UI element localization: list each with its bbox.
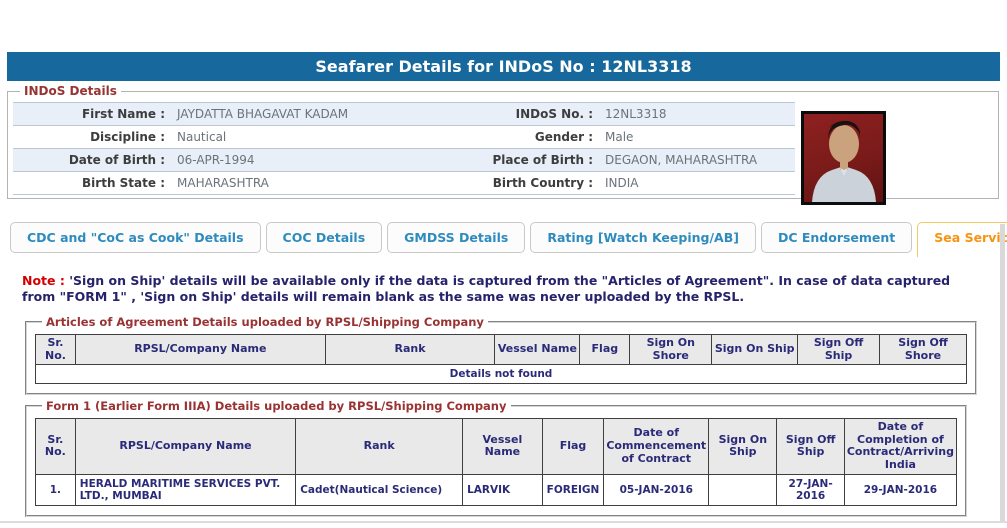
cell-sign-off-ship: 27-JAN-2016 (776, 473, 845, 506)
sign-on-ship-note: Note : 'Sign on Ship' details will be av… (22, 273, 970, 305)
person-silhouette-icon (812, 120, 876, 202)
tab-dc-endorsement[interactable]: DC Endorsement (760, 222, 913, 253)
articles-table: Sr. No. RPSL/Company Name Rank Vessel Na… (35, 333, 967, 385)
tab-cdc-coc-cook-details[interactable]: CDC and "CoC as Cook" Details (10, 222, 261, 253)
indos-details-table: First Name : JAYDATTA BHAGAVAT KADAM IND… (13, 102, 795, 195)
field-label: Birth State : (13, 171, 171, 195)
articles-legend: Articles of Agreement Details uploaded b… (46, 315, 484, 329)
col-sign-on-shore: Sign On Shore (629, 333, 713, 366)
cell-rpsl-company: HERALD MARITIME SERVICES PVT. LTD., MUMB… (74, 473, 297, 506)
col-rank: Rank (324, 333, 496, 366)
cell-vessel-name: LARVIK (462, 473, 543, 506)
col-date-completion: Date of Completion of Contract/Arriving … (843, 418, 958, 475)
tab-rating-watch-keeping[interactable]: Rating [Watch Keeping/AB] (530, 222, 756, 253)
field-value: 12NL3318 (599, 102, 795, 126)
note-prefix: Note : (22, 273, 65, 288)
col-sr-no: Sr. No. (35, 333, 76, 366)
col-date-commencement: Date of Commencement of Contract (603, 418, 710, 475)
col-sr-no: Sr. No. (35, 418, 76, 475)
cell-rank: Cadet(Nautical Science) (295, 473, 464, 506)
col-sign-on-ship: Sign On Ship (708, 418, 778, 475)
cell-flag: FOREIGN (541, 473, 605, 506)
form1-table: Sr. No. RPSL/Company Name Rank Vessel Na… (35, 418, 958, 506)
detail-tabs: CDC and "CoC as Cook" Details COC Detail… (10, 222, 1007, 257)
cell-date-commencement: 05-JAN-2016 (603, 473, 710, 506)
col-rpsl-company: RPSL/Company Name (74, 418, 297, 475)
details-not-found-message: Details not found (35, 364, 967, 385)
articles-of-agreement-section: Articles of Agreement Details uploaded b… (25, 315, 977, 396)
info-row: Discipline : Nautical Gender : Male (13, 125, 795, 149)
tab-sea-service-details[interactable]: Sea Service Details (917, 222, 1007, 257)
field-label: Date of Birth : (13, 148, 171, 172)
tab-gmdss-details[interactable]: GMDSS Details (387, 222, 526, 253)
form1-section: Form 1 (Earlier Form IIIA) Details uploa… (25, 399, 967, 517)
page-title: Seafarer Details for INDoS No : 12NL3318 (7, 52, 1000, 81)
field-value: Male (599, 125, 795, 149)
content-pane-right-border (1000, 224, 1005, 522)
seafarer-photo (801, 111, 886, 205)
field-value: JAYDATTA BHAGAVAT KADAM (171, 102, 471, 126)
col-rank: Rank (295, 418, 464, 475)
col-vessel-name: Vessel Name (494, 333, 581, 366)
content-pane-bottom-border (0, 521, 1007, 523)
empty-result-row: Details not found (35, 364, 967, 385)
table-header-row: Sr. No. RPSL/Company Name Rank Vessel Na… (35, 333, 967, 366)
tab-coc-details[interactable]: COC Details (265, 222, 383, 253)
field-label: Discipline : (13, 125, 171, 149)
col-flag: Flag (579, 333, 631, 366)
table-row: 1. HERALD MARITIME SERVICES PVT. LTD., M… (35, 473, 958, 506)
indos-details-section: INDoS Details First Name : JAYDATTA BHAG… (7, 84, 999, 205)
field-label: INDoS No. : (471, 102, 599, 126)
field-value: 06-APR-1994 (171, 148, 471, 172)
form1-legend: Form 1 (Earlier Form IIIA) Details uploa… (46, 399, 507, 413)
info-row: First Name : JAYDATTA BHAGAVAT KADAM IND… (13, 102, 795, 126)
field-value: DEGAON, MAHARASHTRA (599, 148, 795, 172)
info-row: Birth State : MAHARASHTRA Birth Country … (13, 171, 795, 195)
col-vessel-name: Vessel Name (462, 418, 543, 475)
note-text: 'Sign on Ship' details will be available… (22, 273, 951, 304)
field-label: Gender : (471, 125, 599, 149)
field-value: INDIA (599, 171, 795, 195)
field-label: Birth Country : (471, 171, 599, 195)
col-sign-off-ship: Sign Off Ship (776, 418, 845, 475)
table-header-row: Sr. No. RPSL/Company Name Rank Vessel Na… (35, 418, 958, 475)
col-rpsl-company: RPSL/Company Name (74, 333, 326, 366)
field-value: Nautical (171, 125, 471, 149)
cell-date-completion: 29-JAN-2016 (843, 473, 958, 506)
cell-sr-no: 1. (35, 473, 76, 506)
field-label: Place of Birth : (471, 148, 599, 172)
col-sign-off-shore: Sign Off Shore (879, 333, 967, 366)
col-sign-on-ship: Sign On Ship (711, 333, 799, 366)
field-label: First Name : (13, 102, 171, 126)
info-row: Date of Birth : 06-APR-1994 Place of Bir… (13, 148, 795, 172)
seafarer-details-page: Seafarer Details for INDoS No : 12NL3318… (0, 0, 1007, 528)
field-value: MAHARASHTRA (171, 171, 471, 195)
col-flag: Flag (541, 418, 605, 475)
col-sign-off-ship: Sign Off Ship (797, 333, 881, 366)
cell-sign-on-ship (708, 473, 778, 506)
indos-details-legend: INDoS Details (24, 84, 117, 98)
